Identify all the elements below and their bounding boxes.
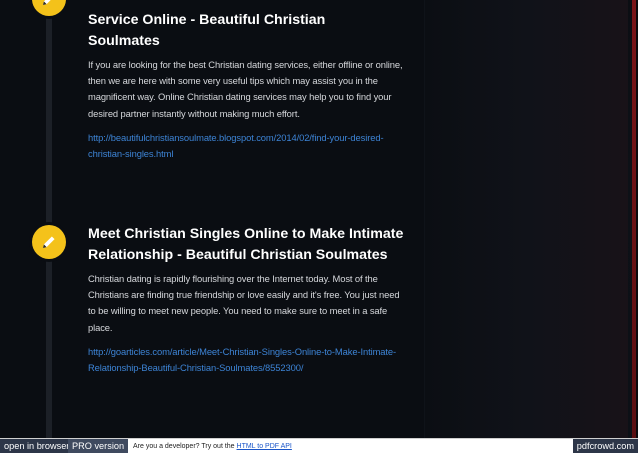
timeline-line bbox=[46, 0, 52, 438]
post-1: Service Online - Beautiful Christian Sou… bbox=[88, 10, 408, 162]
html-to-pdf-api-link[interactable]: HTML to PDF API bbox=[237, 443, 292, 450]
post-body: If you are looking for the best Christia… bbox=[88, 59, 403, 119]
post-badge-2 bbox=[32, 225, 66, 259]
open-in-browser-link[interactable]: open in browser bbox=[0, 439, 74, 453]
post-link[interactable]: http://beautifulchristiansoulmate.blogsp… bbox=[88, 130, 408, 162]
pdf-page: Service Online - Beautiful Christian Sou… bbox=[0, 0, 638, 438]
pdfcrowd-brand-link[interactable]: pdfcrowd.com bbox=[572, 439, 638, 453]
developer-note: Are you a developer? Try out the HTML to… bbox=[133, 439, 292, 453]
pencil-icon bbox=[43, 0, 51, 5]
developer-note-text: Are you a developer? Try out the bbox=[133, 443, 235, 450]
post-title-line[interactable]: Soulmates bbox=[88, 33, 160, 49]
pdfcrowd-footer: open in browser PRO version Are you a de… bbox=[0, 438, 638, 453]
post-2: Meet Christian Singles Online to Make In… bbox=[88, 224, 408, 376]
pro-version-link[interactable]: PRO version bbox=[68, 439, 129, 453]
post-link[interactable]: http://goarticles.com/article/Meet-Chris… bbox=[88, 344, 408, 376]
post-body: Christian dating is rapidly flourishing … bbox=[88, 273, 400, 333]
sidebar bbox=[424, 0, 628, 438]
post-title-line[interactable]: Service Online - Beautiful Christian bbox=[88, 12, 325, 28]
post-title[interactable]: Service Online - Beautiful Christian Sou… bbox=[88, 10, 408, 51]
pencil-icon bbox=[43, 236, 55, 248]
post-title[interactable]: Meet Christian Singles Online to Make In… bbox=[88, 224, 408, 265]
